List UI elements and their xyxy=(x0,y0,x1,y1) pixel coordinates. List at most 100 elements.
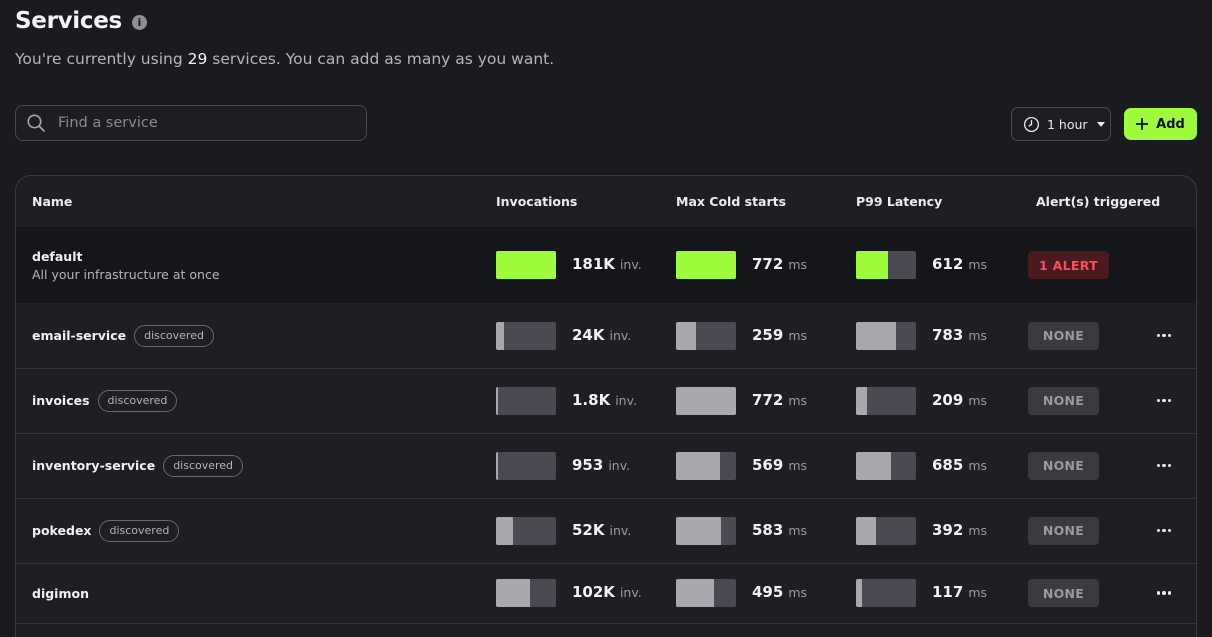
p99-latency-number: 392 xyxy=(932,520,964,539)
p99-latency-value: 685 ms xyxy=(932,456,987,474)
cold-starts-bar-fill xyxy=(676,321,696,350)
table-row[interactable]: digimon 102K inv. 495 ms 117 ms NONE xyxy=(16,563,1196,624)
column-header-p99-latency[interactable]: P99 Latency xyxy=(856,194,942,209)
p99-latency-value: 117 ms xyxy=(932,583,987,601)
cold-starts-number: 772 xyxy=(752,390,784,409)
service-name[interactable]: pokedex xyxy=(32,523,91,538)
invocations-unit: inv. xyxy=(615,392,637,408)
invocations-number: 102K xyxy=(572,583,615,601)
service-name[interactable]: email-service xyxy=(32,328,126,343)
discovered-badge: discovered xyxy=(134,324,214,347)
cold-starts-bar-fill xyxy=(676,386,736,415)
search-box[interactable] xyxy=(15,105,367,141)
invocations-number: 24K xyxy=(572,325,605,344)
service-name[interactable]: invoices xyxy=(32,393,90,408)
info-icon[interactable]: i xyxy=(131,15,147,30)
invocations-unit: inv. xyxy=(609,327,632,343)
cold-starts-unit: ms xyxy=(788,457,808,473)
p99-latency-bar-fill xyxy=(856,321,896,350)
time-range-select[interactable]: 1 hour xyxy=(1011,107,1111,141)
table-row[interactable]: inventory-service discovered 953 inv. 569 ms 6… xyxy=(16,433,1196,499)
alert-status-badge[interactable]: NONE xyxy=(1028,321,1099,350)
cold-starts-bar-fill xyxy=(676,516,721,545)
cold-starts-unit: ms xyxy=(788,585,808,600)
invocations-bar xyxy=(496,451,556,480)
cold-starts-number: 259 xyxy=(752,325,784,344)
invocations-value: 24K inv. xyxy=(572,326,631,344)
plus-icon xyxy=(1136,118,1149,130)
invocations-bar-fill xyxy=(496,516,513,545)
service-name-cell: inventory-service discovered xyxy=(32,454,244,477)
column-header-cold-starts[interactable]: Max Cold starts xyxy=(676,194,786,209)
clock-icon xyxy=(1023,116,1040,132)
p99-latency-unit: ms xyxy=(968,457,988,473)
p99-latency-unit: ms xyxy=(968,392,988,408)
page-title: Services xyxy=(15,8,122,34)
more-icon[interactable] xyxy=(1154,326,1174,346)
alert-status-badge[interactable]: NONE xyxy=(1028,516,1099,545)
invocations-number: 52K xyxy=(572,520,605,539)
cold-starts-bar xyxy=(676,251,736,279)
chevron-down-icon xyxy=(1096,121,1105,127)
p99-latency-bar-fill xyxy=(856,251,888,279)
service-name-cell: digimon xyxy=(32,582,89,604)
alert-status-badge[interactable]: NONE xyxy=(1028,451,1099,480)
table-header: Name Invocations Max Cold starts P99 Lat… xyxy=(16,176,1196,228)
invocations-value: 953 inv. xyxy=(572,456,630,474)
more-icon[interactable] xyxy=(1154,391,1174,411)
service-name[interactable]: default xyxy=(32,249,82,264)
table-row[interactable]: pokedex discovered 52K inv. 583 ms 392 ms NONE xyxy=(16,498,1196,564)
table-row[interactable]: default All your infrastructure at once 18… xyxy=(16,227,1196,303)
table-row[interactable]: invoices discovered 1.8K inv. 772 ms 209 ms NONE xyxy=(16,368,1196,434)
invocations-unit: inv. xyxy=(619,585,642,600)
cold-starts-value: 772 ms xyxy=(752,255,807,273)
alert-status-badge[interactable]: NONE xyxy=(1028,386,1099,415)
service-name-cell: email-service discovered xyxy=(32,324,214,347)
service-name-cell: default xyxy=(32,245,82,267)
p99-latency-unit: ms xyxy=(968,257,988,272)
invocations-bar xyxy=(496,386,556,415)
invocations-number: 1.8K xyxy=(572,390,611,409)
invocations-unit: inv. xyxy=(609,522,632,538)
invocations-bar-fill xyxy=(496,386,498,415)
p99-latency-value: 209 ms xyxy=(932,391,987,409)
cold-starts-number: 772 xyxy=(752,255,784,273)
discovered-badge: discovered xyxy=(97,389,178,412)
table-row[interactable]: email-service discovered 24K inv. 259 ms 783 ms… xyxy=(16,303,1196,369)
alert-status-badge[interactable]: 1 ALERT xyxy=(1028,251,1109,279)
add-button[interactable]: Add xyxy=(1124,108,1197,140)
add-button-label: Add xyxy=(1156,116,1185,132)
service-name[interactable]: digimon xyxy=(32,586,89,601)
service-count: 29 xyxy=(187,50,208,68)
p99-latency-bar xyxy=(856,251,916,279)
p99-latency-unit: ms xyxy=(968,522,988,538)
cold-starts-bar xyxy=(676,386,736,415)
invocations-value: 102K inv. xyxy=(572,583,642,601)
service-name-cell: pokedex discovered xyxy=(32,519,180,542)
column-header-alerts[interactable]: Alert(s) triggered xyxy=(1036,194,1160,209)
invocations-bar-fill xyxy=(496,579,530,607)
more-icon[interactable] xyxy=(1154,521,1174,541)
column-header-name[interactable]: Name xyxy=(32,194,72,209)
alert-status-badge[interactable]: NONE xyxy=(1028,579,1099,607)
p99-latency-bar-fill xyxy=(856,579,862,607)
p99-latency-bar xyxy=(856,386,916,415)
services-page: Services i You're currently using 29 ser… xyxy=(0,0,1212,637)
p99-latency-bar-fill xyxy=(856,386,867,415)
cold-starts-bar xyxy=(676,321,736,350)
invocations-bar xyxy=(496,579,556,607)
search-input[interactable] xyxy=(56,114,350,132)
services-table: Name Invocations Max Cold starts P99 Lat… xyxy=(15,175,1197,637)
more-icon[interactable] xyxy=(1154,456,1174,476)
service-name[interactable]: inventory-service xyxy=(32,458,155,473)
cold-starts-value: 495 ms xyxy=(752,583,807,601)
invocations-value: 181K inv. xyxy=(572,255,642,273)
more-icon[interactable] xyxy=(1154,583,1174,603)
subtitle-prefix: You're currently using xyxy=(15,50,188,68)
cold-starts-bar xyxy=(676,451,736,480)
cold-starts-value: 569 ms xyxy=(752,456,807,474)
invocations-unit: inv. xyxy=(619,257,642,272)
invocations-bar-fill xyxy=(496,451,498,480)
column-header-invocations[interactable]: Invocations xyxy=(496,194,577,209)
p99-latency-bar-fill xyxy=(856,451,891,480)
